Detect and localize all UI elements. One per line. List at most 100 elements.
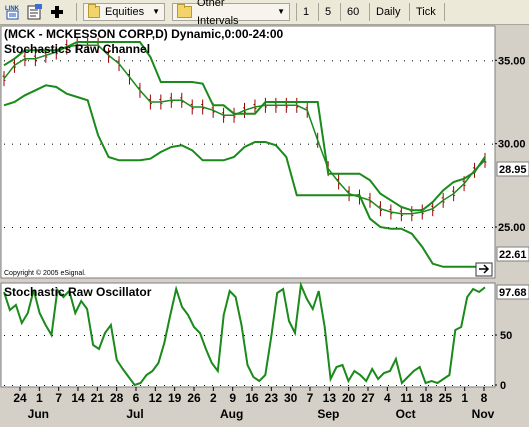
x-tick-label: 26	[187, 391, 201, 405]
price-gridline-dot	[260, 227, 261, 228]
x-month-label: Nov	[472, 407, 495, 421]
x-tick-label: 25	[439, 391, 453, 405]
chart-area[interactable]: (MCK - MCKESSON CORP,D) Dynamic,0:00-24:…	[0, 25, 529, 422]
price-gridline-dot	[220, 227, 221, 228]
price-gridline-dot	[444, 143, 445, 145]
price-gridline-dot	[164, 60, 165, 62]
scroll-right-icon[interactable]	[475, 262, 493, 277]
price-gridline-dot	[92, 60, 93, 62]
oscillator-gridline-dot	[180, 385, 181, 386]
chart-svg[interactable]: (MCK - MCKESSON CORP,D) Dynamic,0:00-24:…	[0, 25, 529, 422]
price-gridline-dot	[332, 143, 333, 145]
price-gridline-dot	[244, 60, 245, 62]
price-gridline-dot	[4, 143, 5, 145]
interval-button-1[interactable]: 1	[297, 3, 315, 21]
oscillator-gridline-dot	[452, 385, 453, 386]
price-gridline-dot	[100, 143, 101, 145]
price-gridline-dot	[188, 227, 189, 228]
interval-button-daily[interactable]: Daily	[370, 3, 406, 21]
oscillator-gridline-dot	[244, 385, 245, 386]
price-gridline-dot	[380, 60, 381, 62]
price-gridline-dot	[300, 60, 301, 62]
properties-icon[interactable]	[26, 3, 44, 21]
price-gridline-dot	[84, 143, 85, 145]
price-gridline-dot	[364, 143, 365, 145]
price-tick-label: 25.00	[498, 222, 526, 234]
oscillator-gridline-dot	[84, 335, 85, 336]
symbol-list-dropdown[interactable]: Equities ▼	[83, 3, 165, 21]
price-gridline-dot	[324, 60, 325, 62]
oscillator-gridline-dot	[220, 385, 221, 386]
price-gridline-dot	[28, 60, 29, 62]
price-gridline-dot	[12, 227, 13, 228]
price-gridline-dot	[380, 143, 381, 145]
x-tick-label: 24	[13, 391, 27, 405]
oscillator-gridline-dot	[460, 385, 461, 386]
price-gridline-dot	[260, 143, 261, 145]
oscillator-gridline-dot	[324, 385, 325, 386]
price-gridline-dot	[252, 60, 253, 62]
price-gridline-dot	[20, 227, 21, 228]
price-gridline-dot	[148, 143, 149, 145]
oscillator-gridline-dot	[436, 335, 437, 336]
oscillator-gridline-dot	[196, 335, 197, 336]
oscillator-gridline-dot	[28, 335, 29, 336]
price-gridline-dot	[484, 60, 485, 62]
interval-button-5[interactable]: 5	[319, 3, 337, 21]
price-gridline-dot	[308, 60, 309, 62]
price-gridline-dot	[124, 60, 125, 62]
x-tick-label: 20	[342, 391, 356, 405]
oscillator-gridline-dot	[420, 335, 421, 336]
price-gridline-dot	[436, 227, 437, 228]
oscillator-gridline-dot	[188, 335, 189, 336]
esignal-window: LINK Equities ▼ Other Intervals ▼ 1 5 60…	[0, 0, 529, 422]
price-gridline-dot	[148, 60, 149, 62]
price-gridline-dot	[316, 60, 317, 62]
oscillator-gridline-dot	[316, 385, 317, 386]
price-gridline-dot	[4, 60, 5, 62]
x-tick-label: 7	[55, 391, 62, 405]
price-gridline-dot	[332, 227, 333, 228]
price-gridline-dot	[476, 60, 477, 62]
price-gridline-dot	[252, 227, 253, 228]
oscillator-gridline-dot	[484, 335, 485, 336]
price-gridline-dot	[348, 143, 349, 145]
price-gridline-dot	[372, 227, 373, 228]
price-gridline-dot	[172, 227, 173, 228]
price-gridline-dot	[412, 143, 413, 145]
link-icon[interactable]: LINK	[4, 3, 22, 21]
oscillator-gridline-dot	[204, 335, 205, 336]
price-gridline-dot	[452, 143, 453, 145]
oscillator-gridline-dot	[172, 385, 173, 386]
price-gridline-dot	[76, 227, 77, 228]
interval-button-tick[interactable]: Tick	[410, 3, 442, 21]
price-gridline-dot	[340, 60, 341, 62]
price-gridline-dot	[364, 60, 365, 62]
price-tick-label: 30.00	[498, 139, 526, 151]
oscillator-gridline-dot	[276, 335, 277, 336]
oscillator-gridline-dot	[428, 335, 429, 336]
oscillator-gridline-dot	[436, 385, 437, 386]
oscillator-gridline-dot	[372, 335, 373, 336]
oscillator-gridline-dot	[476, 335, 477, 336]
toolbar: LINK Equities ▼ Other Intervals ▼ 1 5 60…	[0, 0, 529, 27]
price-gridline-dot	[68, 227, 69, 228]
price-gridline-dot	[84, 227, 85, 228]
x-tick-label: 30	[284, 391, 298, 405]
price-gridline-dot	[124, 227, 125, 228]
last-price-label: 28.95	[499, 164, 527, 176]
price-gridline-dot	[428, 143, 429, 145]
price-plot-area[interactable]	[0, 25, 496, 279]
price-gridline-dot	[332, 60, 333, 62]
price-gridline-dot	[348, 227, 349, 228]
interval-list-dropdown[interactable]: Other Intervals ▼	[172, 0, 290, 27]
folder-icon	[177, 4, 192, 18]
price-gridline-dot	[60, 143, 61, 145]
plus-icon[interactable]	[48, 3, 66, 21]
price-tick-label: 35.00	[498, 55, 526, 67]
price-gridline-dot	[228, 60, 229, 62]
study-title-lower: Stochastic Raw Oscillator	[4, 285, 152, 299]
oscillator-value-marker: 97.68	[496, 284, 529, 300]
interval-button-60[interactable]: 60	[341, 3, 365, 21]
price-gridline-dot	[340, 227, 341, 228]
